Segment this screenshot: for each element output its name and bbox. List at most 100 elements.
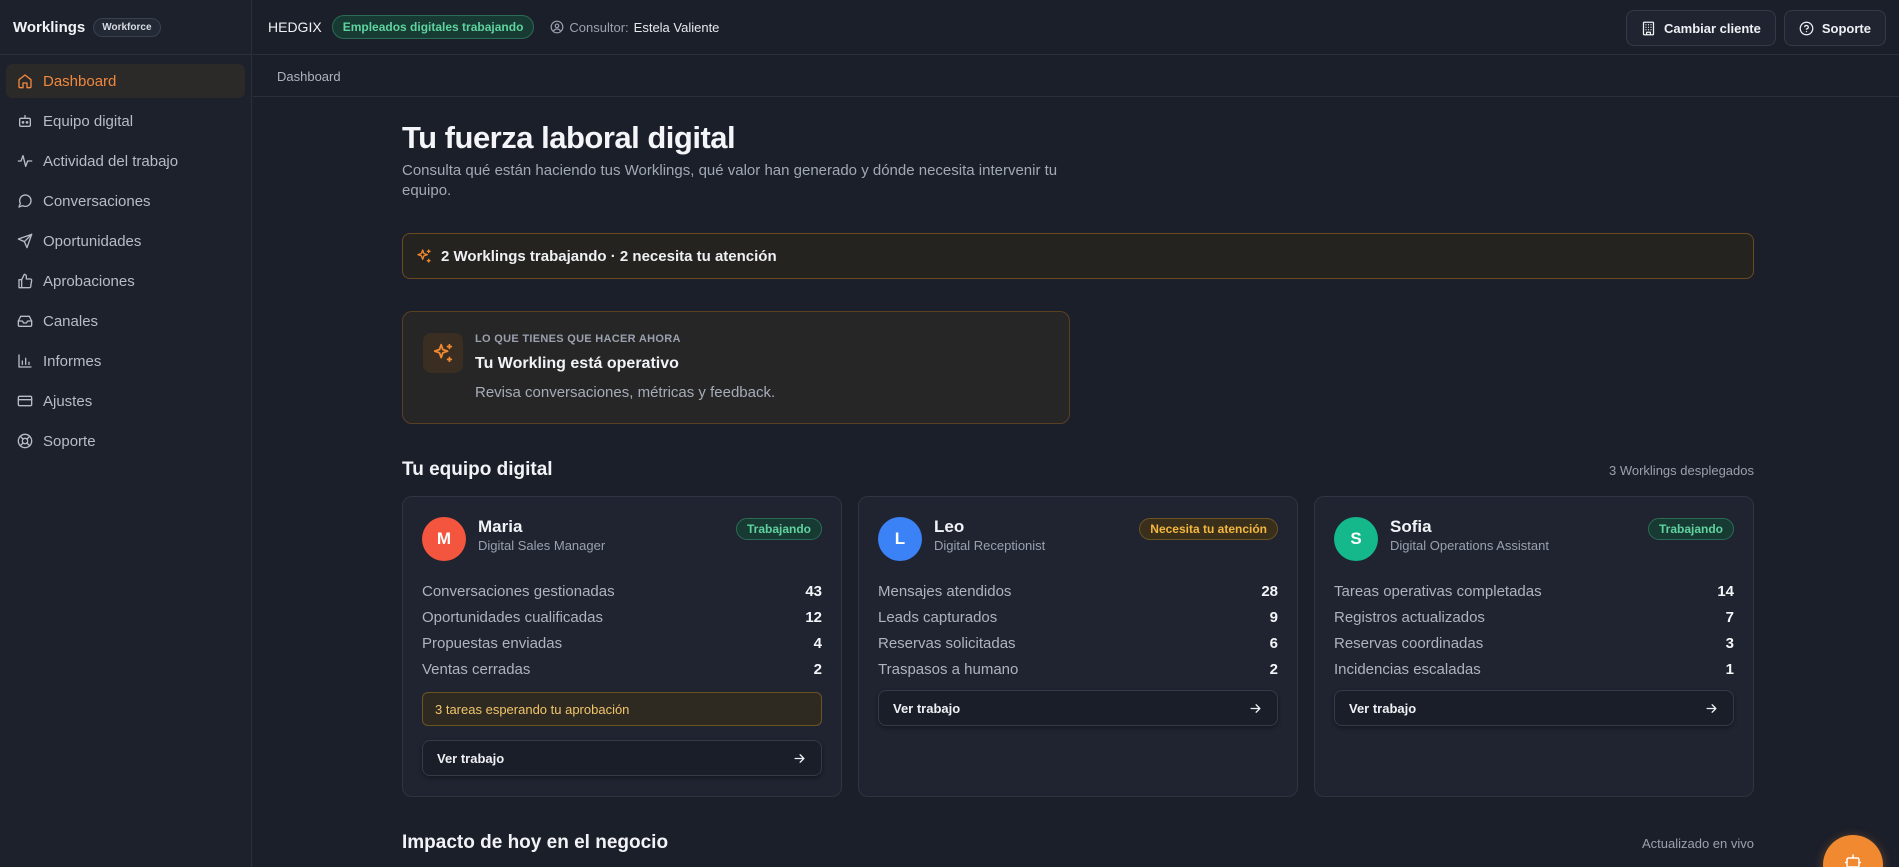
impact-section-header: Impacto de hoy en el negocio Actualizado… bbox=[402, 832, 1754, 856]
metric-label: Oportunidades cualificadas bbox=[422, 608, 603, 626]
metric-label: Traspasos a humano bbox=[878, 660, 1019, 678]
metric-value: 28 bbox=[1261, 582, 1278, 600]
sidebar-item-label: Aprobaciones bbox=[43, 272, 135, 290]
building-icon bbox=[1642, 21, 1655, 35]
bar-chart-icon bbox=[18, 354, 32, 368]
metric-label: Conversaciones gestionadas bbox=[422, 582, 615, 600]
worker-name: Leo bbox=[934, 517, 965, 536]
worker-role: Digital Receptionist bbox=[934, 538, 1046, 553]
metric-row: Ventas cerradas 2 bbox=[422, 656, 822, 682]
sidebar-item-aprobaciones[interactable]: Aprobaciones bbox=[6, 264, 245, 298]
worker-name: Maria bbox=[478, 517, 523, 536]
breadcrumb: Dashboard bbox=[253, 56, 1899, 97]
metric-row: Leads capturados 9 bbox=[878, 604, 1278, 630]
support-label: Soporte bbox=[1821, 20, 1871, 36]
view-work-button[interactable]: Ver trabajo bbox=[878, 690, 1278, 726]
metric-label: Ventas cerradas bbox=[422, 660, 531, 678]
sidebar-item-equipo-digital[interactable]: Equipo digital bbox=[6, 104, 245, 138]
metric-row: Conversaciones gestionadas 43 bbox=[422, 578, 822, 604]
sidebar-item-label: Canales bbox=[43, 312, 99, 330]
brand-name: Worklings bbox=[13, 18, 86, 36]
status-alert-text: 2 Worklings trabajando · 2 necesita tu a… bbox=[441, 247, 777, 265]
metric-label: Reservas solicitadas bbox=[878, 634, 1016, 652]
status-badge: Empleados digitales trabajando bbox=[331, 15, 535, 39]
sidebar-item-label: Equipo digital bbox=[43, 112, 134, 130]
metric-label: Reservas coordinadas bbox=[1334, 634, 1484, 652]
todo-card: LO QUE TIENES QUE HACER AHORA Tu Worklin… bbox=[402, 311, 1070, 424]
assistant-chat-button[interactable] bbox=[1823, 835, 1883, 867]
metric-row: Oportunidades cualificadas 12 bbox=[422, 604, 822, 630]
activity-icon bbox=[17, 155, 33, 167]
metric-label: Propuestas enviadas bbox=[422, 634, 563, 652]
client-name: HEDGIX bbox=[268, 19, 322, 35]
metric-row: Reservas coordinadas 3 bbox=[1334, 630, 1734, 656]
metric-value: 2 bbox=[813, 660, 822, 678]
life-buoy-icon bbox=[17, 433, 33, 449]
sparkles-icon bbox=[433, 343, 453, 363]
view-work-label: Ver trabajo bbox=[893, 700, 961, 716]
worker-status-badge: Necesita tu atención bbox=[1139, 518, 1278, 540]
worker-card-maria: M Maria Digital Sales Manager Trabajando… bbox=[402, 496, 842, 797]
view-work-button[interactable]: Ver trabajo bbox=[1334, 690, 1734, 726]
sparkles-icon bbox=[417, 249, 431, 263]
sidebar-item-oportunidades[interactable]: Oportunidades bbox=[6, 224, 245, 258]
send-icon bbox=[17, 233, 33, 249]
metric-value: 7 bbox=[1725, 608, 1734, 626]
impact-section-meta: Actualizado en vivo bbox=[1641, 836, 1754, 851]
metric-label: Mensajes atendidos bbox=[878, 582, 1012, 600]
metric-value: 43 bbox=[805, 582, 822, 600]
team-section-header: Tu equipo digital 3 Worklings desplegado… bbox=[402, 459, 1754, 483]
view-work-label: Ver trabajo bbox=[437, 750, 505, 766]
arrow-right-icon bbox=[1250, 703, 1261, 713]
avatar: L bbox=[878, 517, 922, 561]
sidebar-item-label: Oportunidades bbox=[43, 232, 142, 250]
avatar: S bbox=[1334, 517, 1378, 561]
sidebar-item-label: Informes bbox=[43, 352, 102, 370]
user-circle-icon bbox=[550, 20, 564, 34]
metric-value: 9 bbox=[1269, 608, 1278, 626]
metric-value: 12 bbox=[805, 608, 822, 626]
support-button[interactable]: Soporte bbox=[1783, 10, 1886, 46]
arrow-right-icon bbox=[794, 753, 805, 763]
brand-badge: Workforce bbox=[93, 17, 161, 37]
change-client-button[interactable]: Cambiar cliente bbox=[1626, 10, 1776, 46]
team-section-title: Tu equipo digital bbox=[402, 459, 553, 480]
pending-approvals-notice[interactable]: 3 tareas esperando tu aprobación bbox=[422, 692, 822, 726]
worker-role: Digital Operations Assistant bbox=[1390, 538, 1549, 553]
sidebar-item-conversaciones[interactable]: Conversaciones bbox=[6, 184, 245, 218]
worker-metrics: Mensajes atendidos 28 Leads capturados 9 R… bbox=[878, 578, 1278, 682]
sidebar-nav: Dashboard Equipo digital Actividad del t… bbox=[0, 55, 251, 458]
sidebar-item-ajustes[interactable]: Ajustes bbox=[6, 384, 245, 418]
sidebar-item-informes[interactable]: Informes bbox=[6, 344, 245, 378]
top-actions: Cambiar cliente Soporte bbox=[1626, 10, 1886, 46]
sidebar-item-dashboard[interactable]: Dashboard bbox=[6, 64, 245, 98]
todo-icon bbox=[423, 333, 463, 373]
sidebar-item-label: Conversaciones bbox=[43, 192, 151, 210]
sidebar-item-canales[interactable]: Canales bbox=[6, 304, 245, 338]
metric-label: Leads capturados bbox=[878, 608, 998, 626]
change-client-label: Cambiar cliente bbox=[1664, 20, 1761, 36]
help-circle-icon bbox=[1799, 21, 1814, 35]
breadcrumb-item[interactable]: Dashboard bbox=[277, 69, 341, 84]
sidebar-item-actividad[interactable]: Actividad del trabajo bbox=[6, 144, 245, 178]
metric-label: Incidencias escaladas bbox=[1334, 660, 1481, 678]
metric-value: 4 bbox=[813, 634, 822, 652]
consultor: Consultor: Estela Valiente bbox=[550, 20, 719, 35]
metric-row: Reservas solicitadas 6 bbox=[878, 630, 1278, 656]
view-work-label: Ver trabajo bbox=[1349, 700, 1417, 716]
consultor-label: Consultor: bbox=[569, 19, 629, 35]
sidebar-item-label: Ajustes bbox=[43, 392, 93, 410]
worker-metrics: Conversaciones gestionadas 43 Oportunidad… bbox=[422, 578, 822, 682]
sidebar-item-soporte[interactable]: Soporte bbox=[6, 424, 245, 458]
worker-role: Digital Sales Manager bbox=[478, 538, 606, 553]
todo-title: Tu Workling está operativo bbox=[475, 355, 679, 372]
metric-label: Registros actualizados bbox=[1334, 608, 1485, 626]
metric-value: 3 bbox=[1725, 634, 1734, 652]
metric-row: Tareas operativas completadas 14 bbox=[1334, 578, 1734, 604]
thumbs-up-icon bbox=[18, 273, 33, 289]
worker-name: Sofia bbox=[1390, 517, 1432, 536]
consultor-name: Estela Valiente bbox=[633, 19, 720, 35]
bot-icon bbox=[19, 115, 31, 127]
metric-row: Incidencias escaladas 1 bbox=[1334, 656, 1734, 682]
view-work-button[interactable]: Ver trabajo bbox=[422, 740, 822, 776]
